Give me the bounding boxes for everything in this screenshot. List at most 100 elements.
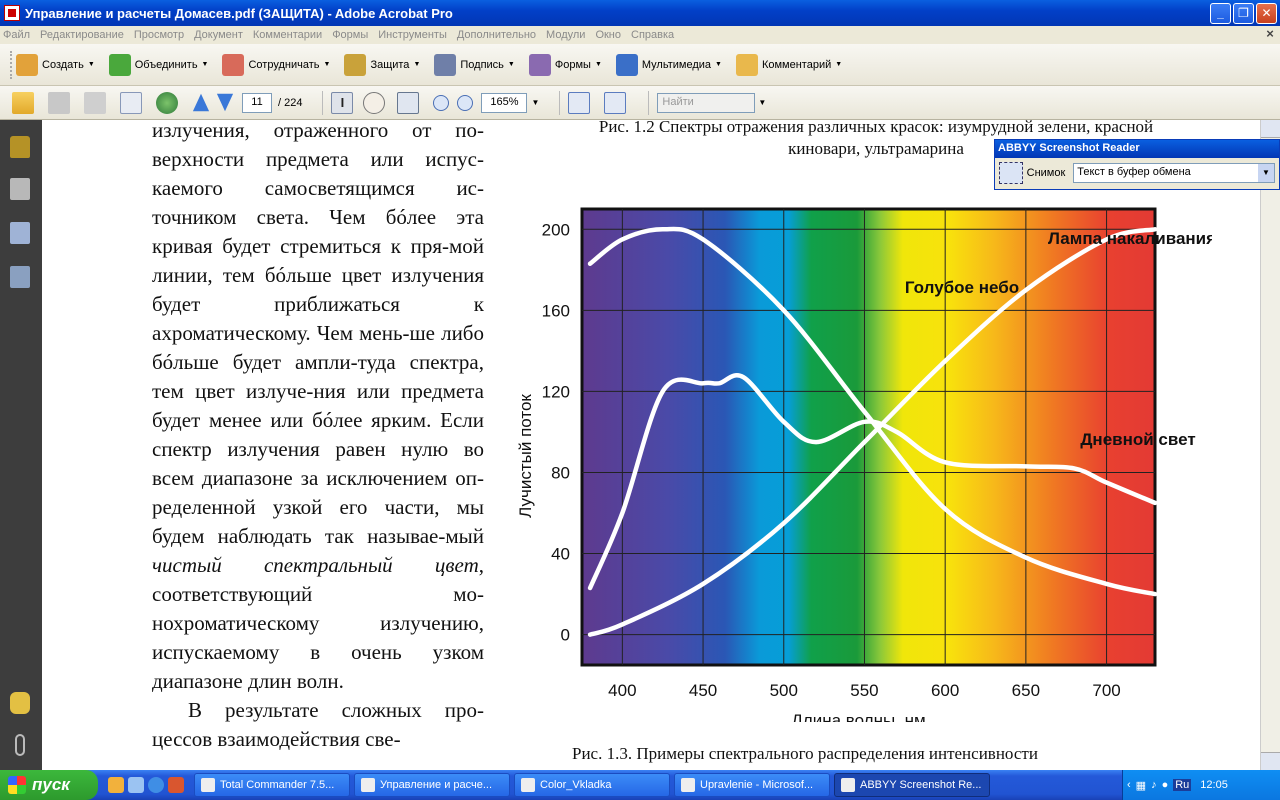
toolbar-button[interactable]: Подпись ▼ — [434, 53, 515, 76]
menu-item[interactable]: Документ — [194, 29, 243, 41]
toolbar-button[interactable]: Формы ▼ — [528, 53, 602, 76]
menu-item[interactable]: Комментарии — [253, 29, 322, 41]
toolbar-button-label: Объединить — [134, 58, 198, 71]
y-axis-label: Лучистый поток — [516, 394, 535, 518]
quick-launch-icon[interactable] — [128, 777, 144, 793]
start-button[interactable]: пуск — [0, 770, 98, 800]
acrobat-app-icon[interactable] — [4, 5, 20, 21]
select-text-icon[interactable]: I — [331, 91, 354, 114]
task-app-icon — [361, 778, 375, 792]
menu-item[interactable]: Модули — [546, 29, 585, 41]
taskbar-button[interactable]: Управление и расче... — [354, 773, 510, 797]
search-dropdown-icon[interactable]: ▼ — [758, 98, 766, 107]
document-close-icon[interactable]: × — [1260, 26, 1280, 44]
network-icon[interactable]: ▦ — [1136, 779, 1146, 792]
menu-item[interactable]: Файл — [3, 29, 30, 41]
toolbar-button[interactable]: Создать ▼ — [16, 53, 95, 76]
fit-width-icon[interactable] — [568, 91, 591, 114]
chevron-down-icon[interactable]: ▼ — [508, 61, 515, 68]
email-icon[interactable] — [120, 91, 142, 114]
security-lock-icon[interactable] — [10, 136, 30, 158]
hand-tool-icon[interactable] — [363, 91, 386, 114]
chevron-down-icon[interactable]: ▼ — [595, 61, 602, 68]
task-app-icon — [521, 778, 535, 792]
toolbar-button[interactable]: Комментарий ▼ — [735, 53, 842, 76]
taskbar-button[interactable]: Upravlenie - Microsof... — [674, 773, 830, 797]
document-view[interactable]: излучения, отраженного от по-верхности п… — [42, 120, 1260, 770]
toolbar-grip[interactable] — [10, 50, 13, 79]
chevron-down-icon[interactable]: ▼ — [324, 61, 331, 68]
zoom-dropdown-icon[interactable]: ▼ — [531, 98, 539, 107]
windows-logo-icon — [8, 776, 26, 794]
menu-item[interactable]: Просмотр — [134, 29, 184, 41]
search-input[interactable]: Найти — [657, 92, 756, 113]
maximize-button[interactable]: ❐ — [1233, 3, 1254, 24]
paragraph: излучения, отраженного от по-верхности п… — [152, 120, 484, 696]
toolbar-separator — [559, 90, 561, 115]
previous-page-icon[interactable] — [192, 93, 210, 112]
paperclip-icon[interactable] — [15, 734, 25, 756]
close-button[interactable]: ✕ — [1256, 3, 1277, 24]
language-indicator[interactable]: Ru — [1173, 779, 1192, 791]
page-number-input[interactable]: 11 — [242, 92, 272, 113]
taskbar-button-label: Upravlenie - Microsof... — [700, 779, 814, 791]
fit-page-icon[interactable] — [604, 91, 627, 114]
chevron-down-icon[interactable]: ▼ — [413, 61, 420, 68]
zoom-marquee-icon[interactable] — [397, 91, 420, 114]
chevron-down-icon[interactable]: ▼ — [88, 61, 95, 68]
text-run: излучения, отраженного от по-верхности п… — [152, 120, 484, 548]
zoom-out-icon[interactable] — [433, 94, 450, 111]
chevron-down-icon[interactable]: ▼ — [715, 61, 722, 68]
scroll-down-button[interactable] — [1261, 752, 1280, 770]
page-total: / 224 — [278, 96, 303, 109]
chevron-down-icon[interactable]: ▼ — [1258, 164, 1274, 182]
menu-item[interactable]: Редактирование — [40, 29, 124, 41]
quick-launch-icon[interactable] — [108, 777, 124, 793]
clock: 12:05 — [1200, 779, 1228, 791]
comments-icon[interactable] — [10, 692, 30, 714]
chevron-down-icon[interactable]: ▼ — [202, 61, 209, 68]
quick-launch-icon[interactable] — [168, 777, 184, 793]
print-icon[interactable] — [48, 91, 70, 114]
scroll-up-button[interactable] — [1261, 120, 1280, 138]
taskbar-button[interactable]: ABBYY Screenshot Re... — [834, 773, 990, 797]
open-folder-icon[interactable] — [12, 91, 34, 114]
volume-icon[interactable]: ♪ — [1151, 779, 1157, 791]
toolbar-button[interactable]: Мультимедиа ▼ — [615, 53, 722, 76]
vertical-scrollbar[interactable] — [1260, 120, 1280, 770]
zoom-in-icon[interactable] — [457, 94, 474, 111]
toolbar-button[interactable]: Объединить ▼ — [108, 53, 209, 76]
quick-launch-icon[interactable] — [148, 777, 164, 793]
taskbar-button[interactable]: Total Commander 7.5... — [194, 773, 350, 797]
chevron-down-icon[interactable]: ▼ — [835, 61, 842, 68]
x-tick-label: 550 — [850, 681, 878, 700]
menu-item[interactable]: Дополнительно — [457, 29, 536, 41]
next-page-icon[interactable] — [216, 93, 234, 112]
series-label: Лампа накаливания — [1048, 229, 1212, 248]
save-icon[interactable] — [84, 91, 106, 114]
menu-item[interactable]: Справка — [631, 29, 674, 41]
web-upload-icon[interactable] — [156, 91, 178, 114]
attachments-pages-icon[interactable] — [10, 222, 30, 244]
signatures-icon[interactable] — [10, 266, 30, 288]
toolbar-button[interactable]: Сотрудничать ▼ — [222, 53, 331, 76]
output-mode-select[interactable]: Текст в буфер обмена ▼ — [1073, 163, 1275, 183]
menu-item[interactable]: Формы — [332, 29, 368, 41]
taskbar-button[interactable]: Color_Vkladka — [514, 773, 670, 797]
y-tick-label: 80 — [551, 463, 570, 482]
tray-app-icon[interactable]: ● — [1162, 779, 1169, 791]
comment-icon — [735, 53, 758, 76]
toolbar-button[interactable]: Защита ▼ — [344, 53, 420, 76]
x-tick-label: 600 — [931, 681, 959, 700]
quick-launch — [108, 777, 184, 793]
zoom-select[interactable]: 165% — [481, 92, 528, 113]
minimize-button[interactable]: _ — [1210, 3, 1231, 24]
x-tick-label: 450 — [689, 681, 717, 700]
multimedia-icon — [615, 53, 638, 76]
tray-arrow-icon[interactable]: ‹ — [1127, 779, 1131, 791]
menu-item[interactable]: Окно — [595, 29, 621, 41]
create-icon — [16, 53, 38, 76]
menu-item[interactable]: Инструменты — [378, 29, 447, 41]
pages-icon[interactable] — [10, 178, 30, 200]
snapshot-icon[interactable] — [999, 162, 1023, 184]
